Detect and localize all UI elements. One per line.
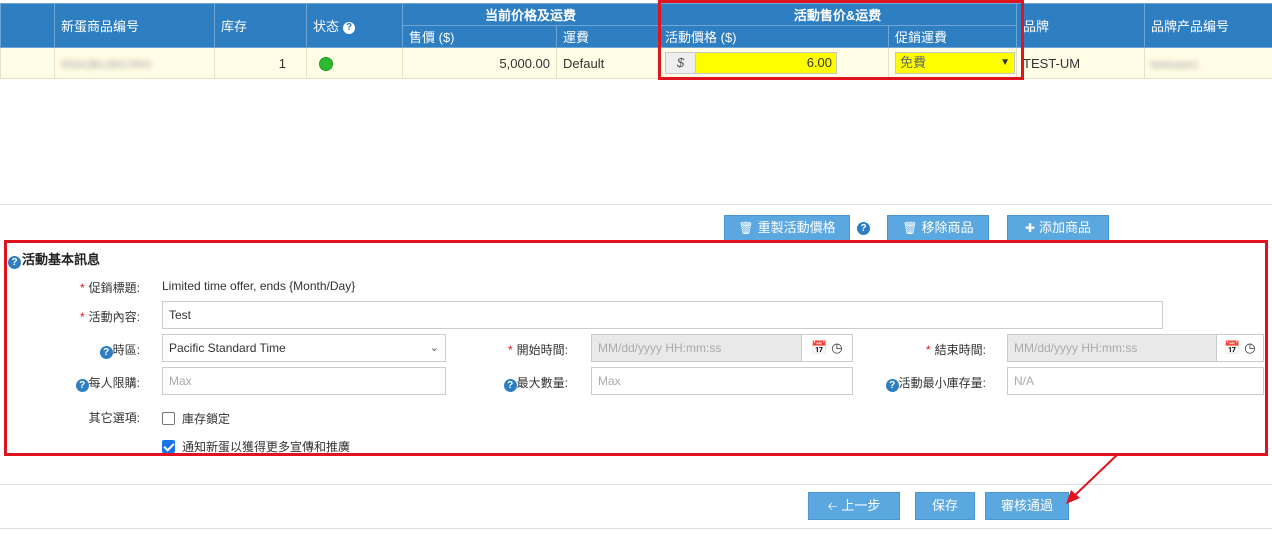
per-person-limit-input[interactable]: Max: [162, 367, 446, 395]
help-icon[interactable]: ?: [8, 256, 21, 269]
plus-icon: ✚: [1024, 221, 1036, 235]
arrow-left-icon: 🡠: [827, 499, 838, 513]
lock-stock-label[interactable]: 庫存鎖定: [182, 410, 230, 427]
min-stock-label: ? 活動最小庫存量:: [870, 374, 986, 392]
brand-product-no-cell: testcase1: [1144, 47, 1272, 79]
promo-shipping-cell: 免費 ▼: [888, 47, 1018, 79]
section-title: ? 活動基本訊息: [8, 249, 100, 269]
divider: [0, 528, 1272, 529]
max-qty-input[interactable]: Max: [591, 367, 853, 395]
product-no-cell: 9SIA2BUJ8G7654: [54, 47, 215, 79]
divider: [0, 204, 1272, 205]
price-cell: 5,000.00: [402, 47, 557, 79]
start-time-input[interactable]: MM/dd/yyyy HH:mm:ss: [591, 334, 802, 362]
promo-shipping-header: 促銷運費: [888, 25, 1018, 48]
save-button[interactable]: 保存: [915, 492, 975, 520]
content-label: * 活動內容:: [79, 310, 140, 324]
brand-cell: TEST-UM: [1016, 47, 1146, 79]
timezone-value: Pacific Standard Time: [169, 341, 286, 355]
help-icon[interactable]: ?: [857, 222, 870, 235]
timezone-label: ? 時區:: [60, 341, 140, 359]
help-icon[interactable]: ?: [75, 379, 89, 392]
chevron-down-icon: ▼: [1000, 57, 1011, 68]
min-stock-input[interactable]: N/A: [1007, 367, 1264, 395]
trash-icon: 🗑: [902, 221, 918, 235]
lock-stock-checkbox[interactable]: [162, 412, 175, 425]
timezone-select[interactable]: Pacific Standard Time ⌄: [162, 334, 446, 362]
select-cell[interactable]: [0, 47, 55, 79]
product-no-header: 新蛋商品编号: [54, 3, 215, 48]
promo-price-header: 活動價格 ($): [658, 25, 890, 48]
help-icon[interactable]: ?: [885, 379, 899, 392]
calendar-icon[interactable]: 📅: [811, 340, 827, 355]
status-cell: [306, 47, 403, 79]
start-time-picker[interactable]: 📅 ◷: [801, 334, 853, 362]
trash-icon: 🗑: [738, 221, 754, 235]
product-table: 新蛋商品编号 库存 状态? 当前价格及运费 活動售价&运费 品牌 品牌产品编号 …: [0, 3, 1272, 79]
help-icon[interactable]: ?: [343, 22, 356, 34]
per-person-limit-label: ? 每人限購:: [50, 374, 140, 392]
status-header: 状态?: [306, 3, 403, 48]
end-time-label: * 結束時間:: [925, 343, 986, 357]
reset-promo-price-button[interactable]: 🗑 重製活動價格: [724, 215, 850, 241]
end-time-picker[interactable]: 📅 ◷: [1216, 334, 1264, 362]
add-item-button[interactable]: ✚ 添加商品: [1007, 215, 1109, 241]
approve-button[interactable]: 審核通過: [985, 492, 1069, 520]
clock-icon[interactable]: ◷: [1244, 340, 1255, 355]
chevron-down-icon: ⌄: [429, 342, 439, 354]
start-time-label: * 開始時間:: [507, 343, 568, 357]
promo-price-input[interactable]: $ 6.00: [665, 52, 838, 74]
remove-item-button[interactable]: 🗑 移除商品: [887, 215, 989, 241]
current-price-group-header: 当前价格及运费: [401, 3, 660, 26]
max-qty-label: ? 最大數量:: [480, 374, 568, 392]
promo-shipping-select[interactable]: 免費 ▼: [895, 52, 1016, 74]
currency-symbol: $: [666, 53, 697, 73]
promo-shipping-value: 免費: [900, 55, 927, 70]
clock-icon[interactable]: ◷: [831, 340, 842, 355]
end-time-input[interactable]: MM/dd/yyyy HH:mm:ss: [1007, 334, 1217, 362]
stock-header: 库存: [214, 3, 307, 48]
promo-title-value: Limited time offer, ends {Month/Day}: [162, 279, 356, 293]
notify-checkbox[interactable]: [162, 440, 175, 453]
price-header: 售價 ($): [402, 25, 557, 48]
status-dot: [319, 56, 333, 71]
calendar-icon[interactable]: 📅: [1224, 340, 1240, 355]
notify-label[interactable]: 通知新蛋以獲得更多宣傳和推廣: [182, 438, 350, 455]
annotation-arrow: [1066, 453, 1119, 504]
content-input[interactable]: Test: [162, 301, 1163, 329]
brand-header: 品牌: [1016, 3, 1146, 48]
table-row[interactable]: 9SIA2BUJ8G7654 1 5,000.00 Default $ 6.00…: [0, 47, 1272, 79]
promo-price-cell: $ 6.00: [658, 47, 890, 79]
promo-title-label: * 促銷標題:: [79, 281, 140, 295]
stock-cell: 1: [214, 47, 307, 79]
shipping-cell: Default: [555, 47, 660, 79]
promo-price-group-header: 活動售价&运费: [658, 3, 1018, 26]
help-icon[interactable]: ?: [99, 346, 113, 359]
shipping-header: 運費: [555, 25, 660, 48]
select-column-header: [0, 3, 55, 48]
brand-product-no-header: 品牌产品编号: [1144, 3, 1272, 48]
promo-price-value[interactable]: 6.00: [696, 53, 837, 73]
other-options-label: 其它選項:: [88, 411, 140, 425]
back-button[interactable]: 🡠 上一步: [808, 492, 900, 520]
help-icon[interactable]: ?: [503, 379, 517, 392]
